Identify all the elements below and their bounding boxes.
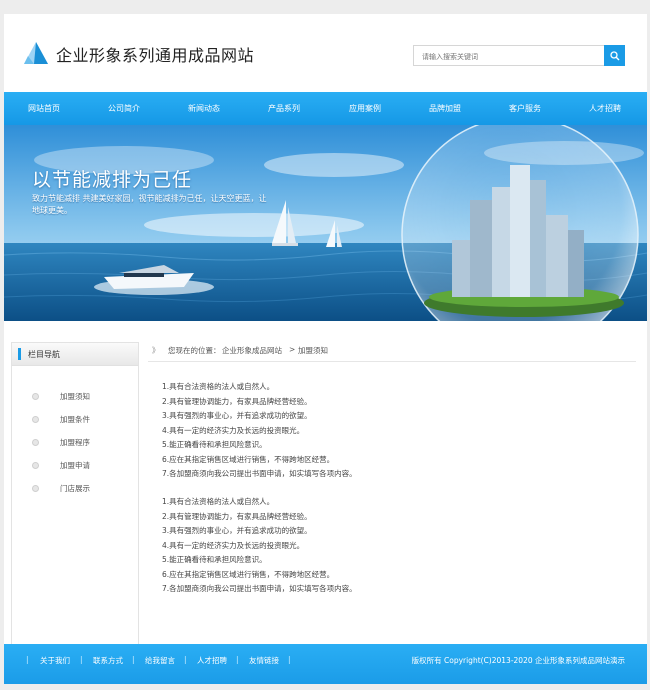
nav-item-cases[interactable]: 应用案例	[325, 92, 405, 125]
nav-item-careers[interactable]: 人才招聘	[565, 92, 645, 125]
circle-bullet-icon	[32, 416, 39, 423]
sidebar-item-conditions[interactable]: 加盟条件	[32, 414, 132, 426]
content-line: 1.具有合法资格的法人或自然人。	[162, 497, 275, 506]
sidebar-item-label: 加盟须知	[60, 392, 90, 401]
sidebar-item-stores[interactable]: 门店展示	[32, 483, 132, 495]
breadcrumb-site-link[interactable]: 企业形象成品网站	[222, 345, 282, 356]
content-line: 5.能正确看待和承担风险意识。	[162, 440, 267, 449]
content-line: 4.具有一定的经济实力及长远的投资眼光。	[162, 426, 305, 435]
sidebar-item-label: 门店展示	[60, 484, 90, 493]
footer-link-careers[interactable]: 人才招聘	[197, 655, 227, 666]
search-input[interactable]	[414, 46, 614, 67]
sidebar-title: 栏目导航	[28, 350, 60, 359]
sidebar-header-bar	[18, 348, 21, 360]
main-nav: 网站首页 公司简介 新闻动态 产品系列 应用案例 品牌加盟 客户服务 人才招聘	[4, 92, 647, 125]
footer-separator: |	[184, 655, 187, 664]
triangle-logo-icon	[24, 42, 48, 64]
sidebar-item-label: 加盟条件	[60, 415, 90, 424]
banner-subline: 致力节能减排 共建美好家园，视节能减排为己任，让天空更蓝，让地球更美。	[32, 194, 267, 215]
content-line: 1.具有合法资格的法人或自然人。	[162, 382, 275, 391]
sidebar-item-label: 加盟程序	[60, 438, 90, 447]
page: 企业形象系列通用成品网站 网站首页 公司简介 新闻动态 产品系列 应用案例 品牌…	[4, 14, 647, 684]
footer-separator: |	[80, 655, 83, 664]
circle-bullet-icon	[32, 485, 39, 492]
header: 企业形象系列通用成品网站	[4, 14, 647, 92]
sidebar-item-label: 加盟申请	[60, 461, 90, 470]
breadcrumb-arrows: 》	[152, 346, 160, 355]
content-line: 6.应在其指定销售区域进行销售，不得跨地区经营。	[162, 455, 335, 464]
circle-bullet-icon	[32, 393, 39, 400]
footer-separator: |	[236, 655, 239, 664]
banner-image	[4, 125, 647, 321]
footer: | 关于我们 | 联系方式 | 给我留言 | 人才招聘 | 友情链接 | 版权所…	[4, 644, 647, 684]
breadcrumb-separator: >	[289, 345, 296, 354]
nav-item-home[interactable]: 网站首页	[4, 92, 84, 125]
nav-item-products[interactable]: 产品系列	[244, 92, 324, 125]
circle-bullet-icon	[32, 439, 39, 446]
content-line: 2.具有管理协调能力，有家具品牌经营经验。	[162, 512, 312, 521]
content-line: 5.能正确看待和承担风险意识。	[162, 555, 267, 564]
sidebar-item-notice[interactable]: 加盟须知	[32, 391, 132, 403]
content-line: 7.各加盟商须向我公司提出书面申请，如实填写各项内容。	[162, 584, 357, 593]
hero-banner: 以节能减排为己任 致力节能减排 共建美好家园，视节能减排为己任，让天空更蓝，让地…	[4, 125, 647, 321]
footer-link-friends[interactable]: 友情链接	[249, 655, 279, 666]
circle-bullet-icon	[32, 462, 39, 469]
footer-copyright: 版权所有 Copyright(C)2013-2020 企业形象系列成品网站演示	[411, 656, 625, 665]
search-button[interactable]	[604, 45, 625, 66]
content-line: 3.具有强烈的事业心，并有追求成功的欲望。	[162, 411, 312, 420]
banner-headline: 以节能减排为己任	[32, 169, 193, 191]
sidebar-item-process[interactable]: 加盟程序	[32, 437, 132, 449]
content-line: 6.应在其指定销售区域进行销售，不得跨地区经营。	[162, 570, 335, 579]
footer-link-message[interactable]: 给我留言	[145, 655, 175, 666]
breadcrumb-current: 加盟须知	[298, 346, 328, 355]
footer-separator: |	[132, 655, 135, 664]
nav-item-franchise[interactable]: 品牌加盟	[405, 92, 485, 125]
sidebar: 栏目导航 加盟须知 加盟条件 加盟程序 加盟申请 门店展示	[11, 342, 139, 646]
footer-separator: |	[288, 655, 291, 664]
content-line: 2.具有管理协调能力，有家具品牌经营经验。	[162, 397, 312, 406]
footer-link-about[interactable]: 关于我们	[40, 655, 70, 666]
nav-item-news[interactable]: 新闻动态	[164, 92, 244, 125]
footer-separator: |	[26, 655, 29, 664]
sidebar-item-apply[interactable]: 加盟申请	[32, 460, 132, 472]
content-line: 7.各加盟商须向我公司提出书面申请，如实填写各项内容。	[162, 469, 357, 478]
content-line: 3.具有强烈的事业心，并有追求成功的欲望。	[162, 526, 312, 535]
breadcrumb: 》 您现在的位置： 企业形象成品网站 > 加盟须知	[148, 343, 636, 362]
search-icon	[609, 50, 619, 60]
content-line: 4.具有一定的经济实力及长远的投资眼光。	[162, 541, 305, 550]
site-title: 企业形象系列通用成品网站	[56, 46, 255, 65]
nav-item-service[interactable]: 客户服务	[485, 92, 565, 125]
search-box	[413, 45, 625, 67]
breadcrumb-prefix: 您现在的位置：	[168, 346, 221, 355]
nav-item-about[interactable]: 公司简介	[84, 92, 164, 125]
footer-link-contact[interactable]: 联系方式	[93, 655, 123, 666]
sidebar-header: 栏目导航	[12, 343, 138, 366]
